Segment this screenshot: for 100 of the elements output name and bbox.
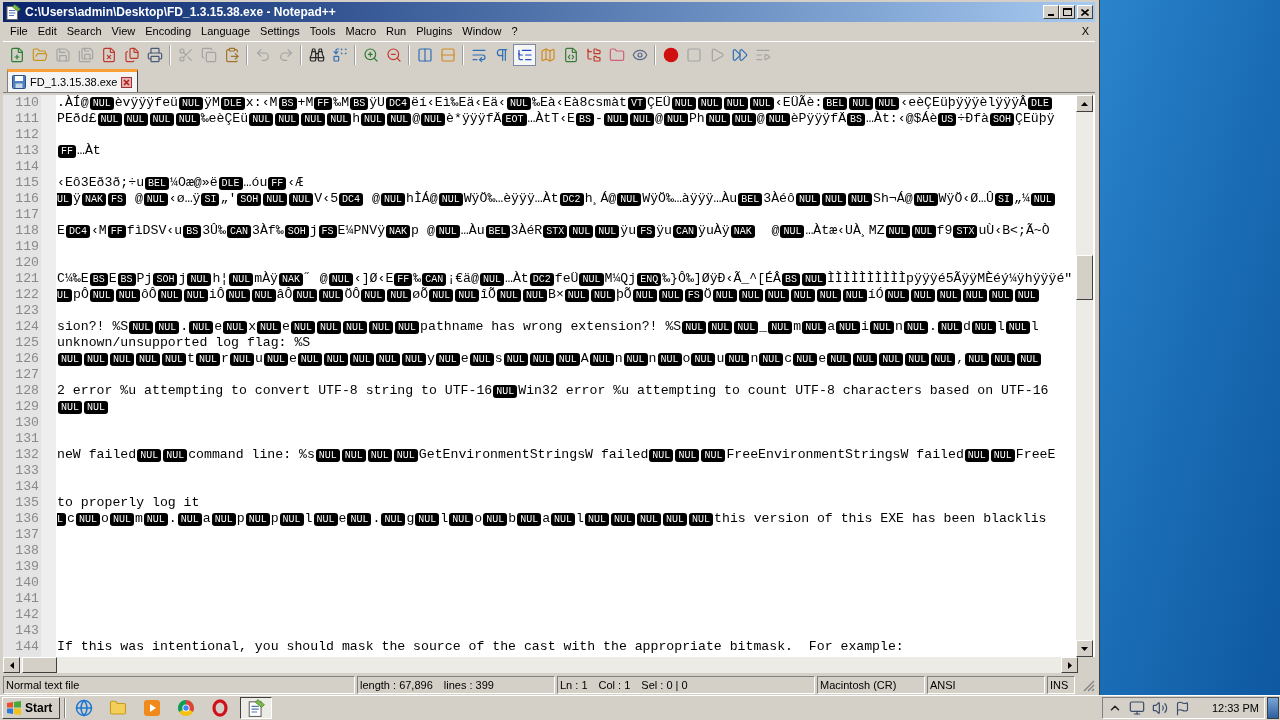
menu-item[interactable]: Plugins <box>411 23 458 40</box>
menu-item[interactable]: Tools <box>304 23 341 40</box>
code-text: pathname has wrong extension?! %S <box>420 319 682 334</box>
status-text: Macintosh (CR) <box>820 677 897 693</box>
code-text: …Àtæ‹UÀ¸MZ <box>805 223 885 238</box>
triangle-up-icon[interactable] <box>1081 101 1088 106</box>
triangle-left-icon[interactable] <box>9 661 14 669</box>
show-desktop-button[interactable] <box>1267 697 1279 719</box>
close-button[interactable] <box>1077 5 1093 19</box>
control-char: NUL <box>395 320 420 334</box>
control-char: NUL <box>1030 192 1055 206</box>
close-icon[interactable] <box>121 76 133 88</box>
media-play-icon[interactable] <box>143 699 161 717</box>
control-char: NUL <box>189 320 214 334</box>
triangle-right-icon[interactable] <box>1067 661 1072 669</box>
code-text: ¼Oæ@»ë <box>170 175 218 190</box>
code-text: Sh¬Á@ <box>873 191 913 206</box>
control-char: DLE <box>218 176 243 190</box>
line-number: 112 <box>15 127 39 143</box>
control-char: NUL <box>115 288 140 302</box>
control-char: DC2 <box>559 192 584 206</box>
code-text: þÕ <box>615 287 632 302</box>
control-char: NUL <box>341 448 366 462</box>
ring-icon[interactable] <box>211 699 229 717</box>
menu-item[interactable]: ? <box>506 23 523 40</box>
globe-icon[interactable] <box>75 699 93 717</box>
status-text: Sel : 0 | 0 <box>641 677 688 693</box>
control-char: UL <box>57 288 72 302</box>
code-text: - <box>595 111 603 126</box>
minimize-button[interactable] <box>1043 5 1059 19</box>
scrollbar-thumb[interactable] <box>22 657 57 673</box>
control-char: ENQ <box>637 272 662 286</box>
code-text: @ <box>133 191 143 206</box>
folder-icon[interactable] <box>109 699 127 717</box>
control-char: NUL <box>249 112 274 126</box>
document-tab[interactable]: FD_1.3.15.38.exe <box>7 69 139 92</box>
menu-item[interactable]: Language <box>196 23 256 40</box>
flag-icon[interactable] <box>1175 700 1190 716</box>
menu-item[interactable]: Encoding <box>140 23 197 40</box>
code-text: ‹eèÇEüþÿÿÿèlÿÿÿÂ <box>900 95 1027 110</box>
line-number: 116 <box>15 191 39 207</box>
control-char: DC2 <box>529 272 554 286</box>
control-char: UL <box>57 192 72 206</box>
notepad-icon[interactable] <box>247 699 265 717</box>
code-text: e <box>282 319 290 334</box>
control-char: NUL <box>301 112 326 126</box>
monitor-icon[interactable] <box>1129 700 1145 716</box>
control-char: NAK <box>386 224 411 238</box>
scroll-right-button[interactable] <box>1061 657 1078 673</box>
menu-item[interactable]: Settings <box>255 23 305 40</box>
control-char: FS <box>318 224 337 238</box>
menu-item[interactable]: Run <box>381 23 412 40</box>
control-char: NUL <box>870 320 895 334</box>
speaker-icon[interactable] <box>1152 700 1168 716</box>
scroll-left-button[interactable] <box>3 657 20 673</box>
control-char: NUL <box>712 288 737 302</box>
control-char: NUL <box>682 320 707 334</box>
start-logo-icon[interactable] <box>6 701 22 715</box>
control-char: NUL <box>768 320 793 334</box>
control-char: NUL <box>836 320 861 334</box>
taskbar-app-button[interactable] <box>240 697 272 719</box>
horizontal-scrollbar[interactable] <box>3 657 1078 673</box>
code-text: Pj <box>136 271 153 286</box>
code-text: m <box>793 319 802 334</box>
menu-item[interactable]: Edit <box>32 23 62 40</box>
scrollbar-thumb[interactable] <box>1076 255 1093 300</box>
code-text: t <box>187 351 195 366</box>
menu-item[interactable]: View <box>106 23 141 40</box>
close-document-button[interactable]: X <box>1078 23 1092 40</box>
resize-grip-icon[interactable] <box>1083 680 1095 692</box>
triangle-down-icon[interactable] <box>1081 646 1088 651</box>
control-char: NUL <box>387 112 412 126</box>
control-char: DLE <box>220 96 245 110</box>
control-char: NUL <box>497 288 521 302</box>
menu-item[interactable]: Macro <box>340 23 382 40</box>
start-button[interactable]: Start <box>2 697 60 719</box>
line-number: 144 <box>15 639 39 655</box>
color-wheel-icon[interactable] <box>177 699 195 717</box>
code-text: feÜ <box>554 271 579 286</box>
line-number: 122 <box>15 287 39 303</box>
code-text: „¼ <box>1014 191 1030 206</box>
control-char: SOH <box>990 112 1015 126</box>
control-char: NUL <box>225 288 250 302</box>
menu-item[interactable]: Search <box>61 23 107 40</box>
line-number: 141 <box>15 591 39 607</box>
menu-item[interactable]: File <box>5 23 33 40</box>
scroll-up-button[interactable] <box>1076 95 1093 112</box>
control-char: NUL <box>84 352 109 366</box>
code-text: iÔ <box>208 287 225 302</box>
code-text: this version of this EXE has been blacklis <box>714 511 1047 526</box>
line-number: 139 <box>15 559 39 575</box>
menu-item[interactable]: Window <box>457 23 507 40</box>
code-text: Ö <box>703 287 712 302</box>
status-text: Ln : 1 <box>560 677 588 693</box>
scroll-down-button[interactable] <box>1076 640 1093 657</box>
control-char: NUL <box>903 320 928 334</box>
vertical-scrollbar[interactable] <box>1076 95 1093 657</box>
close-icon[interactable] <box>1081 8 1089 16</box>
line-number: 138 <box>15 543 39 559</box>
code-text: ¡€ä@ <box>447 271 479 286</box>
